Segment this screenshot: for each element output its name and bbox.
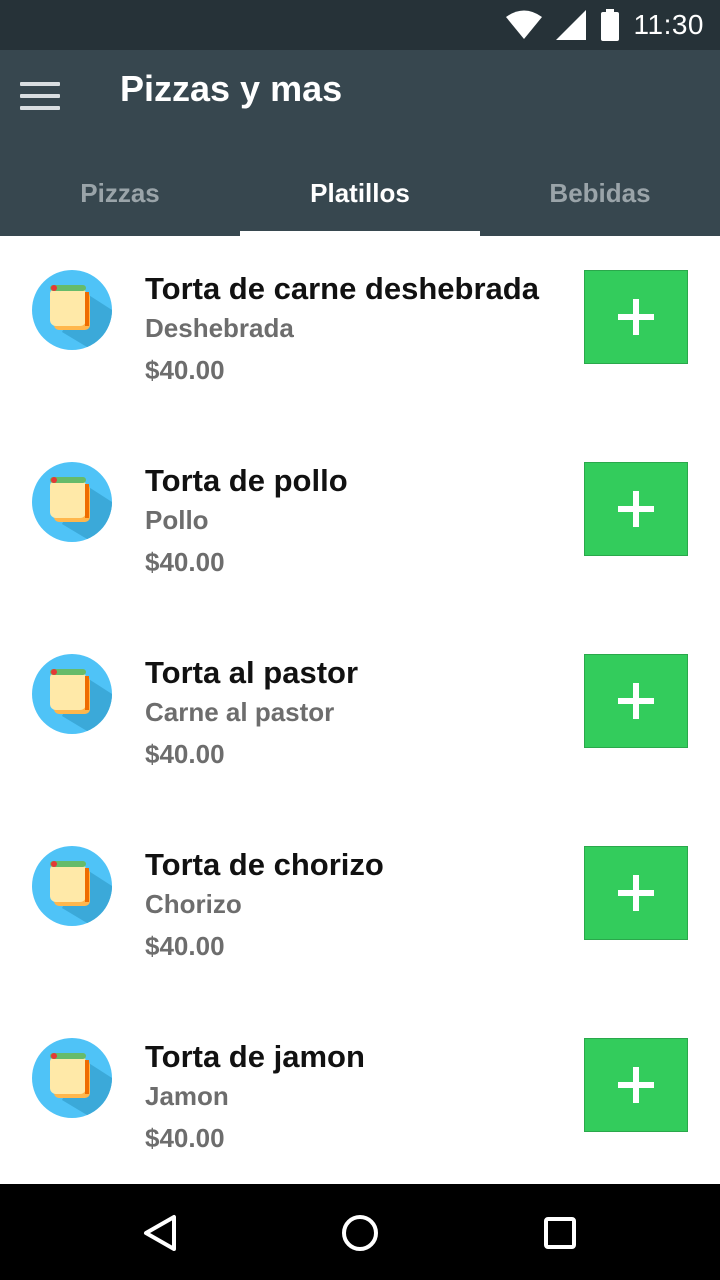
item-text: Torta de chorizo Chorizo $40.00 bbox=[145, 846, 384, 962]
item-price: $40.00 bbox=[145, 931, 225, 961]
plus-icon bbox=[618, 299, 654, 335]
list-item: Torta de pollo Pollo $40.00 bbox=[0, 428, 720, 620]
item-name: Torta de pollo bbox=[145, 463, 348, 498]
status-bar: 11:30 bbox=[0, 0, 720, 50]
tab-pizzas[interactable]: Pizzas bbox=[0, 150, 240, 236]
item-description: Carne al pastor bbox=[145, 697, 335, 727]
plus-icon bbox=[618, 875, 654, 911]
sandwich-icon bbox=[32, 846, 112, 926]
item-name: Torta al pastor bbox=[145, 655, 359, 690]
list-item: Torta al pastor Carne al pastor $40.00 bbox=[0, 620, 720, 812]
sandwich-icon bbox=[32, 270, 112, 350]
item-text: Torta al pastor Carne al pastor $40.00 bbox=[145, 654, 358, 770]
plus-icon bbox=[618, 1067, 654, 1103]
item-price: $40.00 bbox=[145, 739, 225, 769]
item-price: $40.00 bbox=[145, 547, 225, 577]
tab-bar: Pizzas Platillos Bebidas bbox=[0, 150, 720, 236]
app-title: Pizzas y mas bbox=[120, 68, 343, 109]
battery-icon bbox=[600, 9, 619, 41]
plus-icon bbox=[618, 683, 654, 719]
plus-icon bbox=[618, 491, 654, 527]
list-item: Torta de chorizo Chorizo $40.00 bbox=[0, 812, 720, 1004]
wifi-icon bbox=[505, 10, 542, 39]
item-text: Torta de jamon Jamon $40.00 bbox=[145, 1038, 365, 1154]
item-text: Torta de pollo Pollo $40.00 bbox=[145, 462, 348, 578]
tab-platillos[interactable]: Platillos bbox=[240, 150, 480, 236]
item-name: Torta de carne deshebrada bbox=[145, 271, 539, 306]
sandwich-icon bbox=[32, 1038, 112, 1118]
item-description: Pollo bbox=[145, 505, 209, 535]
add-button[interactable] bbox=[584, 846, 688, 940]
list-item: Torta de carne deshebrada Deshebrada $40… bbox=[0, 236, 720, 428]
sandwich-icon bbox=[32, 654, 112, 734]
add-button[interactable] bbox=[584, 654, 688, 748]
item-name: Torta de chorizo bbox=[145, 847, 384, 882]
menu-icon[interactable] bbox=[12, 72, 68, 120]
add-button[interactable] bbox=[584, 462, 688, 556]
item-name: Torta de jamon bbox=[145, 1039, 365, 1074]
back-icon[interactable] bbox=[135, 1208, 185, 1258]
status-time: 11:30 bbox=[633, 9, 704, 40]
add-button[interactable] bbox=[584, 1038, 688, 1132]
list-item: Torta de jamon Jamon $40.00 bbox=[0, 1004, 720, 1196]
status-icons: 11:30 bbox=[505, 0, 705, 50]
app-bar: Pizzas y mas Pizzas Platillos Bebidas bbox=[0, 50, 720, 236]
tab-bebidas[interactable]: Bebidas bbox=[480, 150, 720, 236]
item-list: Torta de carne deshebrada Deshebrada $40… bbox=[0, 236, 720, 1196]
sandwich-icon bbox=[32, 462, 112, 542]
item-text: Torta de carne deshebrada Deshebrada $40… bbox=[145, 270, 539, 386]
item-price: $40.00 bbox=[145, 355, 225, 385]
add-button[interactable] bbox=[584, 270, 688, 364]
home-icon[interactable] bbox=[335, 1208, 385, 1258]
navigation-bar bbox=[0, 1184, 720, 1280]
item-description: Jamon bbox=[145, 1081, 229, 1111]
signal-icon bbox=[555, 10, 586, 40]
item-description: Deshebrada bbox=[145, 313, 294, 343]
item-price: $40.00 bbox=[145, 1123, 225, 1153]
recents-icon[interactable] bbox=[535, 1208, 585, 1258]
item-description: Chorizo bbox=[145, 889, 242, 919]
